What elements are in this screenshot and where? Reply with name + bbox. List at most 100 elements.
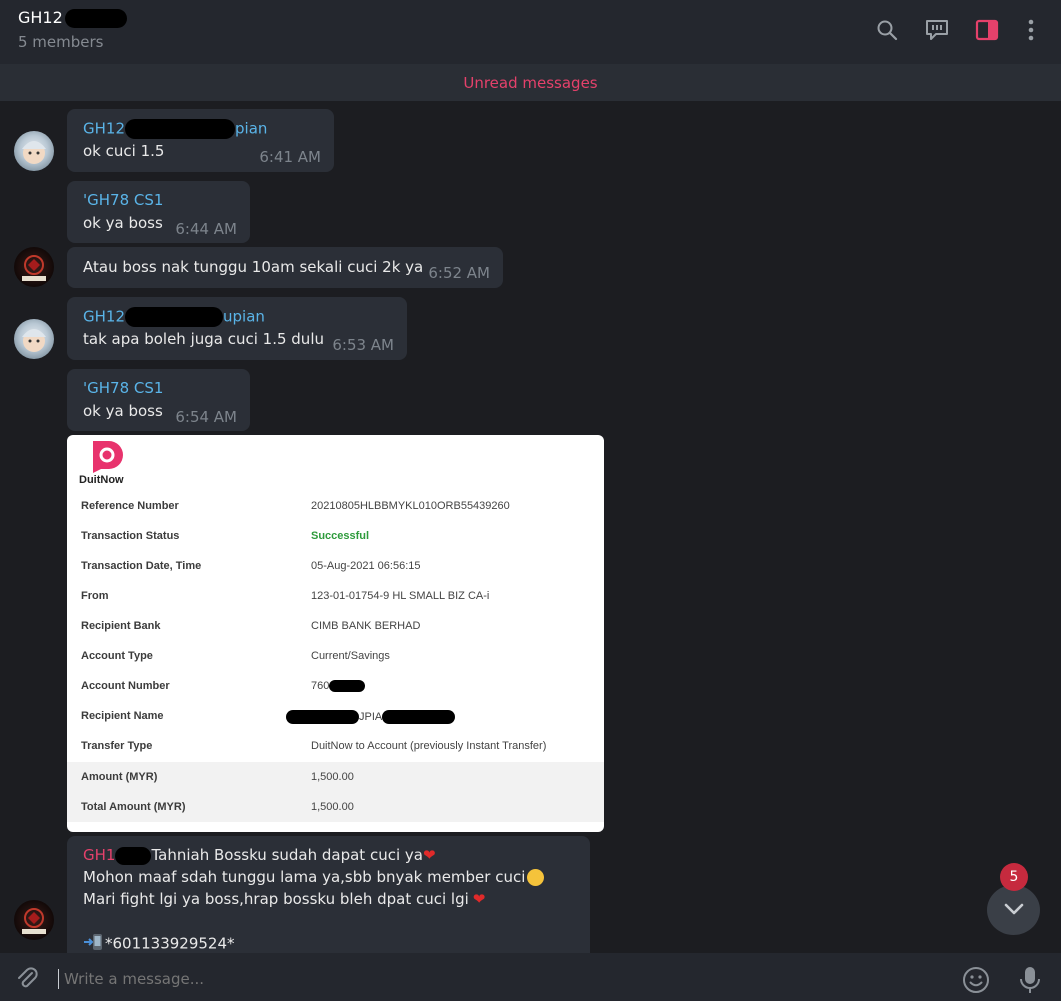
sender-name-text: GH12 <box>83 119 125 138</box>
message-bubble[interactable]: 'GH78 CS1 ok ya boss 6:44 AM <box>67 181 250 243</box>
poll-icon[interactable] <box>923 16 951 44</box>
receipt-row: Recipient Bank CIMB BANK BERHAD <box>67 611 604 641</box>
sidebar-toggle-icon[interactable] <box>973 16 1001 44</box>
message-bubble[interactable]: GH12 pian ok cuci 1.5 6:41 AM <box>67 109 334 172</box>
receipt-value: DuitNow to Account (previously Instant T… <box>311 740 547 752</box>
message-text: ok ya boss <box>83 214 163 232</box>
receipt-value: CIMB BANK BERHAD <box>311 620 421 632</box>
receipt-value: 05-Aug-2021 06:56:15 <box>311 560 421 572</box>
message-time: 6:41 AM <box>259 148 321 166</box>
more-vertical-icon[interactable] <box>1017 16 1045 44</box>
receipt-value: 1,500.00 <box>311 801 354 813</box>
message-line: GH1 Tahniah Bossku sudah dapat cuci ya❤ <box>83 846 436 865</box>
message-text: tak apa boleh juga cuci 1.5 dulu <box>83 330 324 348</box>
chat-title-text: GH12 <box>18 8 63 27</box>
sender-name[interactable]: GH12 pian <box>83 119 267 139</box>
receipt-label: Transfer Type <box>81 740 153 752</box>
chat-header[interactable]: GH12 5 members <box>0 0 1061 65</box>
emoji-icon[interactable] <box>962 966 990 994</box>
heart-icon: ❤ <box>472 890 486 908</box>
message-composer <box>0 953 1061 1001</box>
duitnow-logo: DuitNow <box>79 438 149 488</box>
unread-label: Unread messages <box>463 73 598 92</box>
receipt-row: Reference Number 20210805HLBBMYKL010ORB5… <box>67 491 604 521</box>
scroll-to-bottom-button[interactable] <box>987 885 1040 935</box>
message-input[interactable] <box>62 963 926 995</box>
phone-arrow-icon <box>83 933 105 953</box>
receipt-row: Amount (MYR) 1,500.00 <box>67 762 604 792</box>
message-line: Mari fight lgi ya boss,hrap bossku bleh … <box>83 890 485 908</box>
receipt-value: 20210805HLBBMYKL010ORB55439260 <box>311 500 510 512</box>
avatar[interactable] <box>14 131 54 171</box>
receipt-label: Total Amount (MYR) <box>81 801 186 813</box>
sender-name[interactable]: 'GH78 CS1 <box>83 191 163 209</box>
microphone-icon[interactable] <box>1018 965 1042 995</box>
message-bubble[interactable]: GH1 Tahniah Bossku sudah dapat cuci ya❤ M… <box>67 836 590 953</box>
redaction-mark <box>115 846 152 865</box>
redaction-mark <box>382 710 456 724</box>
redaction-mark <box>125 119 235 139</box>
message-line: Mohon maaf sdah tunggu lama ya,sbb bnyak… <box>83 868 545 886</box>
relieved-face-icon <box>527 869 545 886</box>
cursor-caret <box>58 969 59 989</box>
avatar[interactable] <box>14 319 54 359</box>
recipient-name-visible: JPIA <box>359 710 383 723</box>
message-bubble[interactable]: GH12 upian tak apa boleh juga cuci 1.5 du… <box>67 297 407 360</box>
chat-title[interactable]: GH12 <box>18 8 127 28</box>
sender-name[interactable]: 'GH78 CS1 <box>83 379 163 397</box>
receipt-value: 1,500.00 <box>311 771 354 783</box>
sender-name-suffix: pian <box>235 119 268 138</box>
receipt-label: Reference Number <box>81 500 179 512</box>
message-text: Tahniah Bossku sudah dapat cuci ya <box>151 846 423 864</box>
receipt-label: Recipient Name <box>81 710 164 722</box>
message-text: Mari fight lgi ya boss,hrap bossku bleh … <box>83 890 469 908</box>
search-icon[interactable] <box>873 16 901 44</box>
message-text: ok ya boss <box>83 402 163 420</box>
chevron-down-icon <box>1003 901 1025 920</box>
receipt-row: Transaction Date, Time 05-Aug-2021 06:56… <box>67 551 604 581</box>
message-text: ok cuci 1.5 <box>83 142 165 160</box>
member-count: 5 members <box>18 33 104 51</box>
receipt-label: Amount (MYR) <box>81 771 158 783</box>
transaction-status-value: Successful <box>311 530 370 542</box>
duitnow-logo-text: DuitNow <box>79 474 124 486</box>
avatar[interactable] <box>14 247 54 287</box>
receipt-label: Transaction Status <box>81 530 180 542</box>
message-line: *601133929524* <box>83 933 235 953</box>
receipt-row: Account Type Current/Savings <box>67 641 604 671</box>
receipt-value-redacted: 760 <box>311 680 366 693</box>
sender-name-text: GH12 <box>83 307 125 326</box>
account-number-visible: 760 <box>311 680 330 692</box>
sender-name[interactable]: GH12 upian <box>83 307 265 327</box>
receipt-label: Recipient Bank <box>81 620 161 632</box>
unread-count-badge: 5 <box>1000 863 1028 891</box>
receipt-row: Recipient Name JPIA <box>67 701 604 731</box>
message-text: Mohon maaf sdah tunggu lama ya,sbb bnyak… <box>83 868 526 886</box>
redaction-mark <box>64 9 127 28</box>
message-bubble[interactable]: Atau boss nak tunggu 10am sekali cuci 2k… <box>67 247 503 288</box>
sender-name[interactable]: GH1 <box>83 846 115 864</box>
attach-icon[interactable] <box>14 965 40 991</box>
receipt-row: Account Number 760 <box>67 671 604 701</box>
redaction-mark <box>329 680 366 693</box>
receipt-label: Account Number <box>81 680 170 692</box>
receipt-row: Transaction Status Successful <box>67 521 604 551</box>
receipt-label: Account Type <box>81 650 153 662</box>
avatar[interactable] <box>14 900 54 940</box>
receipt-label: Transaction Date, Time <box>81 560 202 572</box>
message-time: 6:44 AM <box>175 220 237 238</box>
heart-icon: ❤ <box>422 846 436 864</box>
redaction-mark <box>286 710 359 724</box>
receipt-row: Total Amount (MYR) 1,500.00 <box>67 792 604 822</box>
message-time: 6:54 AM <box>175 408 237 426</box>
receipt-image[interactable]: DuitNow Reference Number 20210805HLBBMYK… <box>67 435 604 832</box>
receipt-row: Transfer Type DuitNow to Account (previo… <box>67 731 604 761</box>
receipt-value: Current/Savings <box>311 650 390 662</box>
unread-messages-divider: Unread messages <box>0 64 1061 101</box>
message-text: Atau boss nak tunggu 10am sekali cuci 2k… <box>83 258 424 276</box>
duitnow-logo-icon <box>93 441 123 473</box>
sender-name-suffix: upian <box>223 307 265 326</box>
message-time: 6:52 AM <box>428 264 490 282</box>
message-bubble[interactable]: 'GH78 CS1 ok ya boss 6:54 AM <box>67 369 250 431</box>
receipt-row: From 123-01-01754-9 HL SMALL BIZ CA-i <box>67 581 604 611</box>
